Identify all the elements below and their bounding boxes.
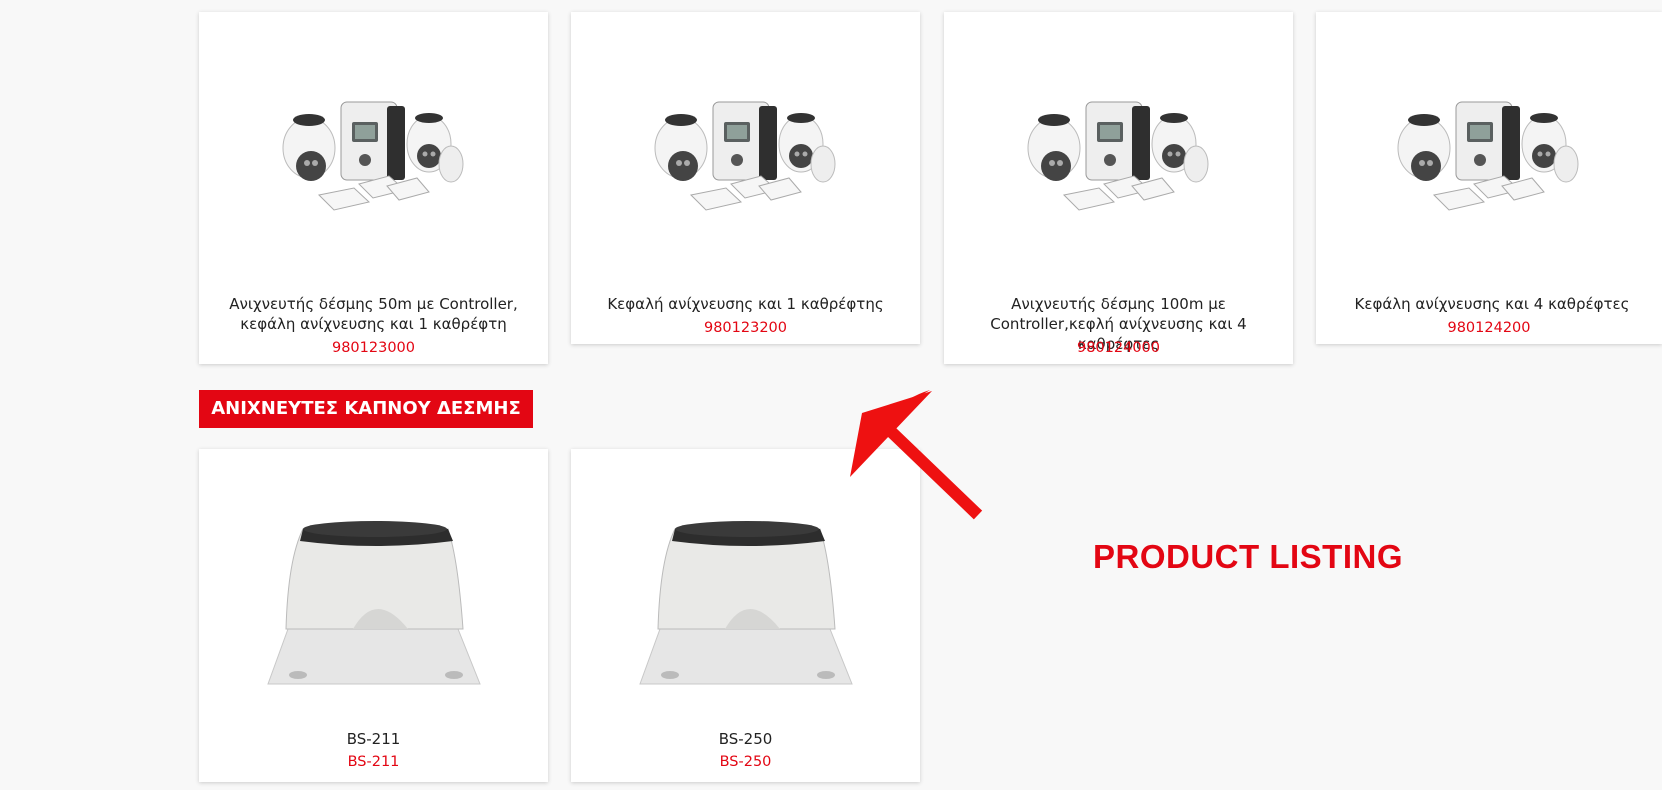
product-image[interactable]: [199, 499, 548, 689]
product-image[interactable]: [944, 94, 1293, 224]
product-code: 980124000: [1076, 340, 1161, 356]
product-title[interactable]: Κεφάλη ανίχνευσης και 4 καθρέφτες: [1322, 294, 1662, 314]
section-title: ΑΝΙΧΝΕΥΤΕΣ ΚΑΠΝΟΥ ΔΕΣΜΗΣ: [199, 390, 533, 428]
product-card[interactable]: Ανιχνευτής δέσμης 100m με Controller,κεφ…: [944, 12, 1293, 364]
product-title[interactable]: Κεφαλή ανίχνευσης και 1 καθρέφτης: [577, 294, 914, 314]
arrow-up-left-icon: [850, 390, 983, 520]
product-image[interactable]: [199, 94, 548, 224]
beam-detector-unit-image: [267, 520, 480, 685]
product-image[interactable]: [1316, 94, 1662, 224]
product-image[interactable]: [571, 499, 920, 689]
beam-detector-kit-image: [1397, 101, 1579, 211]
product-image[interactable]: [571, 94, 920, 224]
product-card[interactable]: Κεφάλη ανίχνευσης και 4 καθρέφτες 980124…: [1316, 12, 1662, 344]
product-title[interactable]: Ανιχνευτής δέσμης 50m με Controller, κεφ…: [205, 294, 542, 334]
product-code: BS-250: [719, 754, 772, 770]
product-code: BS-211: [347, 754, 400, 770]
beam-detector-kit-image: [654, 101, 835, 211]
product-card[interactable]: Κεφαλή ανίχνευσης και 1 καθρέφτης 980123…: [571, 12, 920, 344]
beam-detector-kit-image: [1027, 101, 1208, 211]
product-card[interactable]: Ανιχνευτής δέσμης 50m με Controller, κεφ…: [199, 12, 548, 364]
beam-detector-unit-image: [639, 520, 852, 685]
beam-detector-kit-image: [282, 101, 463, 211]
annotation-label: PRODUCT LISTING: [1093, 538, 1403, 575]
product-card[interactable]: BS-211 BS-211: [199, 449, 548, 782]
product-code: 980124200: [1447, 320, 1531, 336]
product-code: 980123200: [703, 320, 788, 336]
product-title[interactable]: BS-250: [577, 729, 914, 749]
product-code: 980123000: [331, 340, 416, 356]
product-title[interactable]: BS-211: [205, 729, 542, 749]
